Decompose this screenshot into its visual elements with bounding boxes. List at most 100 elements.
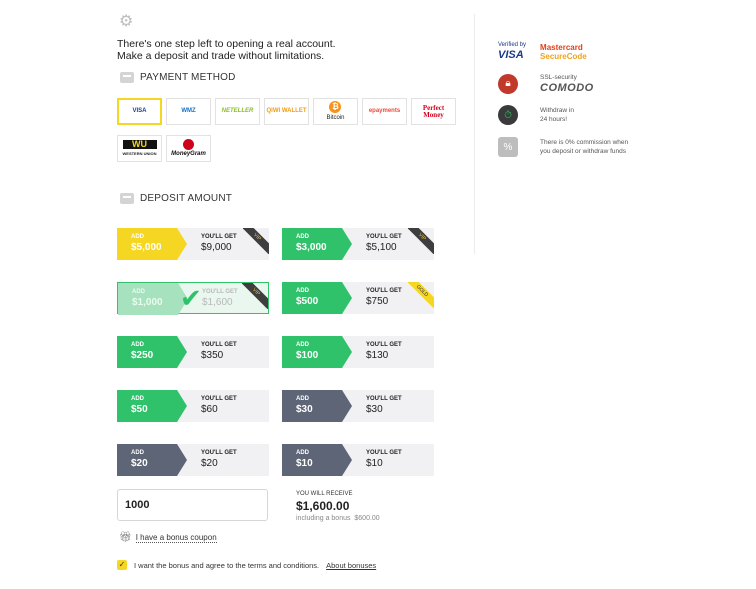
- deposit-tile[interactable]: ADD $50 YOU'LL GET $60: [117, 390, 269, 422]
- tile-badge: VIP: [242, 283, 268, 309]
- deposit-tile[interactable]: ADD $20 YOU'LL GET $20: [117, 444, 269, 476]
- tag-icon: %: [498, 137, 518, 157]
- stopwatch-icon: ⏱: [498, 105, 518, 125]
- bonus-agree-checkbox[interactable]: ✓: [117, 560, 127, 570]
- payment-method-neteller[interactable]: NETELLER: [215, 98, 260, 125]
- deposit-tile-get: YOU'LL GET $350: [201, 342, 237, 363]
- deposit-amount-title: DEPOSIT AMOUNT: [120, 193, 232, 204]
- deposit-tile-get: YOU'LL GET $30: [366, 396, 402, 417]
- get-label: YOU'LL GET: [366, 288, 402, 294]
- add-amount: $3,000: [296, 242, 327, 253]
- deposit-tile-add: ADD $1,000: [118, 283, 188, 315]
- tile-badge: VIP: [408, 228, 434, 254]
- get-label: YOU'LL GET: [201, 234, 237, 240]
- payment-method-qiwi[interactable]: QIWI WALLET: [264, 98, 309, 125]
- add-label: ADD: [296, 342, 309, 348]
- get-amount: $5,100: [366, 242, 397, 253]
- add-amount: $5,000: [131, 242, 162, 253]
- intro-text: There's one step left to opening a real …: [117, 38, 336, 62]
- mastercard-securecode-logo: Mastercard SecureCode: [540, 42, 587, 61]
- payment-method-moneygram[interactable]: MoneyGram: [166, 135, 211, 162]
- receive-summary: YOU WILL RECEIVE $1,600.00 including a b…: [296, 490, 380, 523]
- payment-method-visa[interactable]: VISA: [117, 98, 162, 125]
- gift-icon: 🎁︎: [119, 532, 132, 543]
- tile-badge-label: VIP: [243, 228, 269, 254]
- deposit-tile-add: ADD $20: [117, 444, 187, 476]
- deposit-tile[interactable]: ADD $10 YOU'LL GET $10: [282, 444, 434, 476]
- add-label: ADD: [131, 450, 144, 456]
- bonus-agree-text: I want the bonus and agree to the terms …: [134, 560, 320, 570]
- tile-badge: GOLD: [408, 282, 434, 308]
- get-label: YOU'LL GET: [366, 396, 402, 402]
- get-amount: $9,000: [201, 242, 232, 253]
- add-amount: $250: [131, 350, 154, 361]
- withdraw-line-2: 24 hours!: [540, 116, 568, 123]
- card-icon: [120, 72, 134, 83]
- withdraw-row: ⏱ Withdraw in 24 hours!: [498, 105, 574, 125]
- receive-amount: $1,600.00: [296, 499, 350, 513]
- add-amount: $50: [131, 404, 148, 415]
- deposit-amount-input[interactable]: [117, 489, 268, 521]
- gear-icon: ⚙: [119, 13, 134, 30]
- tile-badge-label: GOLD: [408, 282, 434, 308]
- get-amount: $1,600: [202, 297, 233, 308]
- withdraw-line-1: Withdraw in: [540, 107, 574, 114]
- moneygram-globe-icon: [183, 139, 194, 150]
- deposit-tile[interactable]: ADD $5,000 YOU'LL GET $9,000 VIP: [117, 228, 269, 260]
- add-amount: $10: [296, 458, 313, 469]
- tile-badge-label: VIP: [408, 228, 434, 254]
- deposit-tile-add: ADD $250: [117, 336, 187, 368]
- deposit-tile[interactable]: ADD $3,000 YOU'LL GET $5,100 VIP: [282, 228, 434, 260]
- get-amount: $30: [366, 404, 383, 415]
- get-amount: $750: [366, 296, 389, 307]
- add-amount: $500: [296, 296, 319, 307]
- add-label: ADD: [131, 396, 144, 402]
- deposit-tile-get: YOU'LL GET $60: [201, 396, 237, 417]
- get-amount: $20: [201, 458, 218, 469]
- get-amount: $350: [201, 350, 224, 361]
- bonus-agreement-row: ✓ I want the bonus and agree to the term…: [117, 560, 376, 570]
- visa-mastercard-logo: VISA: [132, 108, 147, 114]
- epayments-logo: epayments: [368, 108, 401, 114]
- comodo-logo: COMODO: [540, 82, 594, 94]
- deposit-tile-add: ADD $5,000: [117, 228, 187, 260]
- moneygram-logo: MoneyGram: [171, 139, 206, 158]
- bitcoin-logo: ₿ Bitcoin: [326, 101, 345, 121]
- deposit-tile[interactable]: ADD $500 YOU'LL GET $750 GOLD: [282, 282, 434, 314]
- neteller-logo: NETELLER: [221, 108, 254, 114]
- get-label: YOU'LL GET: [201, 450, 237, 456]
- intro-line-2: Make a deposit and trade without limitat…: [117, 50, 325, 62]
- about-bonuses-link[interactable]: About bonuses: [326, 561, 376, 570]
- deposit-tile-add: ADD $10: [282, 444, 352, 476]
- add-label: ADD: [296, 288, 309, 294]
- commission-line-1: There is 0% commission when: [540, 139, 629, 146]
- deposit-tile[interactable]: ADD $100 YOU'LL GET $130: [282, 336, 434, 368]
- deposit-tile[interactable]: ADD $30 YOU'LL GET $30: [282, 390, 434, 422]
- deposit-tile-add: ADD $3,000: [282, 228, 352, 260]
- payment-method-perfect-money[interactable]: Perfect Money: [411, 98, 456, 125]
- deposit-tile-get: YOU'LL GET $130: [366, 342, 402, 363]
- payment-method-bitcoin[interactable]: ₿ Bitcoin: [313, 98, 358, 125]
- deposit-tile[interactable]: ADD $1,000 YOU'LL GET $1,600 VIP ✔: [117, 282, 269, 315]
- ssl-label: SSL-security: [540, 74, 577, 81]
- deposit-tile-add: ADD $100: [282, 336, 352, 368]
- deposit-tile-add: ADD $30: [282, 390, 352, 422]
- get-amount: $10: [366, 458, 383, 469]
- payment-method-epayments[interactable]: epayments: [362, 98, 407, 125]
- check-icon: ✔: [180, 283, 202, 313]
- add-amount: $30: [296, 404, 313, 415]
- security-badges: Verified by VISA Mastercard SecureCode: [498, 42, 587, 61]
- deposit-tile-add: ADD $500: [282, 282, 352, 314]
- bonus-coupon-row[interactable]: 🎁︎ I have a bonus coupon: [119, 532, 217, 543]
- add-label: ADD: [131, 234, 144, 240]
- lock-icon: 🔒︎: [498, 73, 518, 94]
- bonus-coupon-link[interactable]: I have a bonus coupon: [135, 533, 217, 543]
- add-amount: $100: [296, 350, 319, 361]
- get-label: YOU'LL GET: [202, 289, 238, 295]
- add-label: ADD: [296, 450, 309, 456]
- payment-method-wmz[interactable]: WMZ: [166, 98, 211, 125]
- receive-bonus: including a bonus $600.00: [296, 515, 380, 522]
- payment-method-western-union[interactable]: WU WESTERN UNION: [117, 135, 162, 162]
- deposit-tile[interactable]: ADD $250 YOU'LL GET $350: [117, 336, 269, 368]
- tile-badge: VIP: [243, 228, 269, 254]
